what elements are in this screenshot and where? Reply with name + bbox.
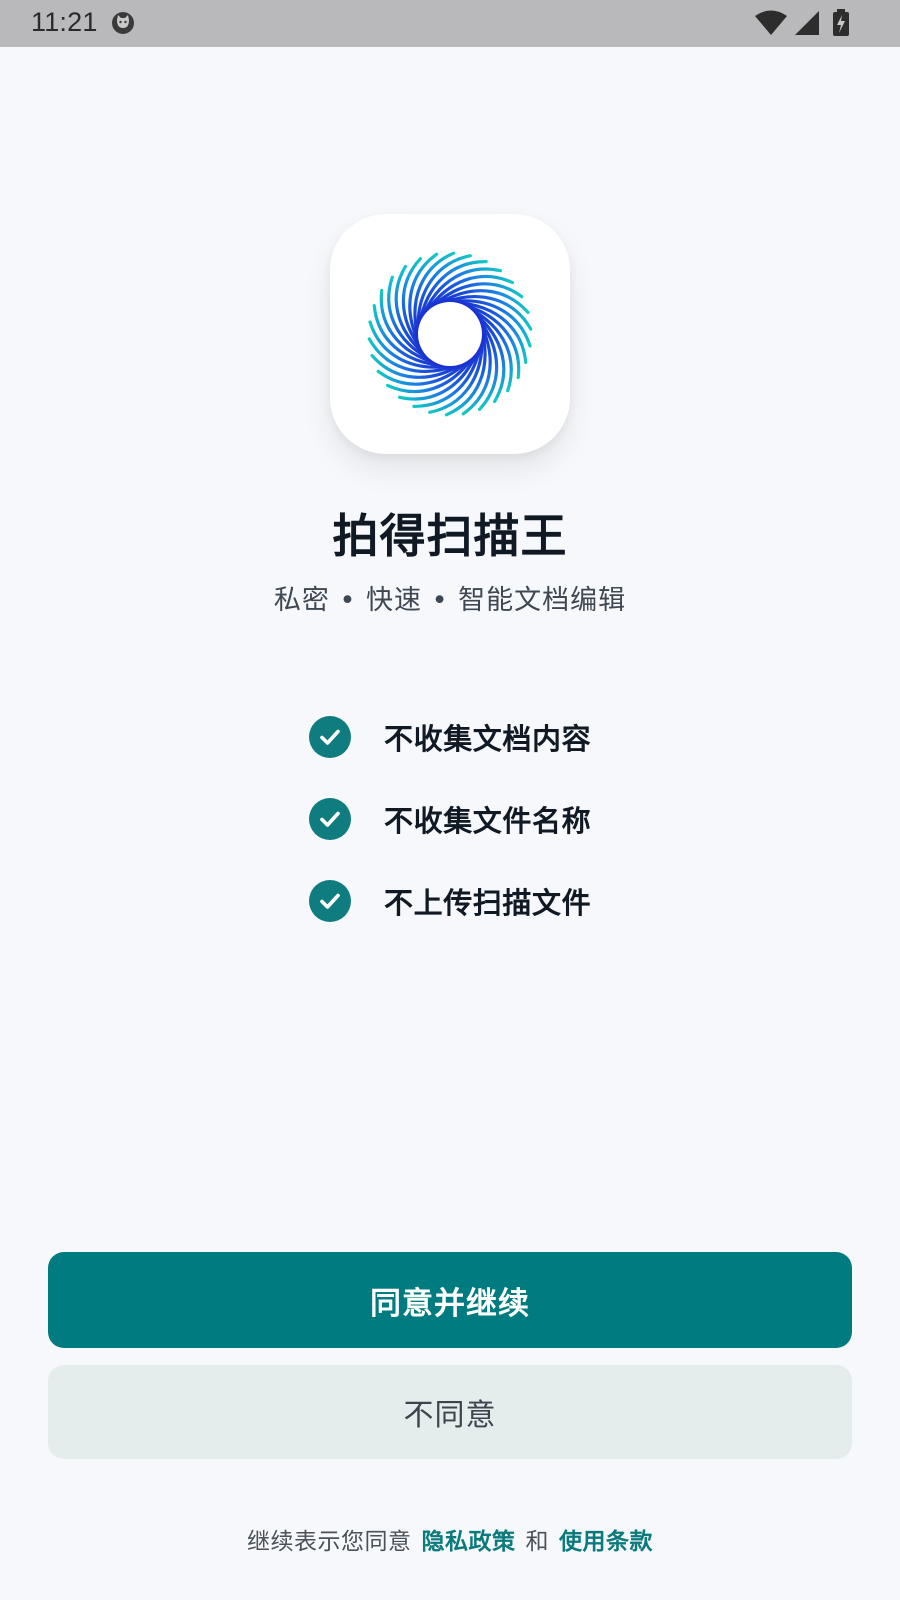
privacy-policy-link[interactable]: 隐私政策 <box>422 1529 516 1555</box>
feature-item: 不收集文档内容 <box>309 715 669 759</box>
footer-prefix: 继续表示您同意 <box>247 1529 412 1555</box>
feature-label: 不收集文档内容 <box>384 722 592 756</box>
wifi-icon <box>754 9 788 41</box>
status-icons <box>754 9 850 41</box>
battery-charging-icon <box>832 9 850 41</box>
spiral-logo-icon <box>367 251 533 417</box>
app-tagline: 私密 • 快速 • 智能文档编辑 <box>273 585 627 616</box>
app-name: 拍得扫描王 <box>332 509 568 563</box>
check-circle-icon <box>309 880 351 922</box>
app-logo <box>330 214 570 454</box>
feature-label: 不上传扫描文件 <box>384 886 592 920</box>
status-bar: 11:21 <box>0 0 900 47</box>
feature-list: 不收集文档内容 不收集文件名称 不上传扫描文件 <box>309 715 669 961</box>
check-circle-icon <box>309 798 351 840</box>
cellular-signal-icon <box>794 10 820 40</box>
feature-item: 不收集文件名称 <box>309 797 669 841</box>
feature-label: 不收集文件名称 <box>384 804 592 838</box>
check-circle-icon <box>309 716 351 758</box>
agree-continue-button[interactable]: 同意并继续 <box>48 1252 852 1348</box>
feature-item: 不上传扫描文件 <box>309 879 669 923</box>
terms-of-use-link[interactable]: 使用条款 <box>559 1529 653 1555</box>
disagree-button[interactable]: 不同意 <box>48 1365 852 1459</box>
consent-footer: 继续表示您同意 隐私政策和使用条款 <box>0 1522 900 1556</box>
footer-conjunction: 和 <box>525 1529 549 1555</box>
status-time: 11:21 <box>31 7 98 37</box>
cat-notification-icon <box>111 11 135 35</box>
